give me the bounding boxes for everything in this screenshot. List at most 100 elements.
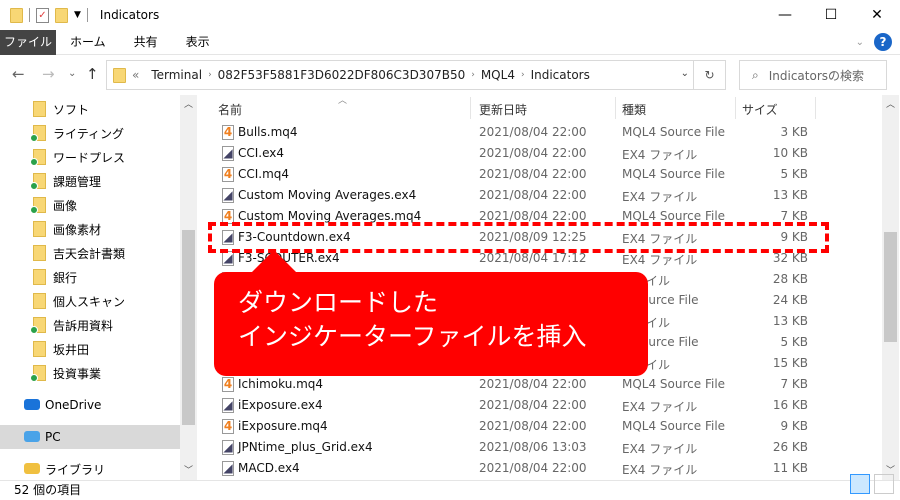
shared-folder-icon [33,221,46,237]
sidebar-item[interactable]: 画像素材 [0,217,180,241]
sidebar-item[interactable]: 銀行 [0,265,180,289]
minimize-button[interactable]: — [762,0,808,30]
breadcrumb-overflow[interactable]: « [132,68,139,82]
properties-icon[interactable]: ✓ [36,7,49,23]
sidebar-item[interactable]: 投資事業 [0,361,180,385]
chevron-right-icon[interactable]: › [521,70,525,80]
breadcrumb-terminal[interactable]: Terminal [151,68,202,82]
help-icon[interactable]: ? [874,33,892,51]
sidebar-item-library[interactable]: ライブラリ [0,457,180,480]
sidebar-scrollbar[interactable]: ︿ ﹀ [180,95,197,480]
details-view-button[interactable] [850,474,870,494]
sidebar-item[interactable]: 個人スキャン [0,289,180,313]
sidebar-item-label: ライブラリ [45,462,106,477]
maximize-button[interactable]: ☐ [808,0,854,30]
column-size[interactable]: サイズ [742,101,778,118]
callout-line-2: インジケーターファイルを挿入 [238,322,587,351]
new-folder-icon[interactable] [55,7,68,23]
tab-file[interactable]: ファイル [0,29,56,55]
navigation-pane: ソフト ライティングワードプレス課題管理 画像 画像素材 吉天会計書類 銀行 個人スキャン告… [0,95,180,480]
tab-share[interactable]: 共有 [120,30,172,55]
search-input[interactable]: ⌕ Indicatorsの検索 [739,60,887,90]
window-title: Indicators [99,8,160,22]
divider [29,8,30,22]
breadcrumb-mql4[interactable]: MQL4 [481,68,515,82]
column-type[interactable]: 種類 [622,101,646,118]
scroll-up-icon[interactable]: ︿ [180,97,197,110]
column-name[interactable]: 名前 [218,101,242,118]
file-name: Custom Moving Averages.ex4 [238,188,417,202]
sidebar-item[interactable]: ソフト [0,97,180,121]
file-row[interactable]: 4 iExposure.mq4 2021/08/04 22:00 MQL4 Sourc… [200,416,880,437]
sidebar-item[interactable]: 告訴用資料 [0,313,180,337]
column-divider[interactable] [615,97,616,119]
breadcrumb-id[interactable]: 082F53F5881F3D6022DF806C3D307B50 [218,68,466,82]
library-icon [24,463,40,474]
sidebar-item-label: ワードプレス [53,150,126,165]
back-button[interactable]: ← [12,65,25,83]
refresh-button[interactable]: ↻ [693,61,725,89]
sidebar-item-pc[interactable]: PC [0,425,180,449]
file-size: 11 KB [772,461,808,475]
sidebar-item[interactable]: ワードプレス [0,145,180,169]
sidebar-item[interactable]: 画像 [0,193,180,217]
breadcrumb-indicators[interactable]: Indicators [531,68,590,82]
file-date: 2021/08/04 22:00 [479,146,587,160]
mq4-file-icon: 4 [222,419,234,434]
file-size: 32 KB [772,251,808,265]
file-row[interactable]: 4 Bulls.mq4 2021/08/04 22:00 MQL4 Source Fi… [200,122,880,143]
file-list-scrollbar[interactable]: ︿ ﹀ [882,95,899,480]
file-type: MQL4 Source File [622,209,726,223]
mq4-file-icon: 4 [222,377,234,392]
file-row[interactable]: 4 Ichimoku.mq4 2021/08/04 22:00 MQL4 Source… [200,374,880,395]
tab-home[interactable]: ホーム [56,30,120,55]
column-divider[interactable] [470,97,471,119]
tab-view[interactable]: 表示 [172,30,224,55]
sidebar-item[interactable]: 吉天会計書類 [0,241,180,265]
sidebar-item[interactable]: 坂井田 [0,337,180,361]
column-date[interactable]: 更新日時 [479,101,527,118]
expand-ribbon-icon[interactable]: ⌄ [856,37,864,48]
callout-annotation: ダウンロードした インジケーターファイルを挿入 [214,272,648,376]
file-size: 7 KB [780,377,808,391]
file-size: 5 KB [780,335,808,349]
sync-check-icon [30,182,38,190]
sidebar-item-onedrive[interactable]: OneDrive [0,393,180,417]
file-list-scroll-thumb[interactable] [884,232,897,342]
file-name: JPNtime_plus_Grid.ex4 [238,440,373,454]
column-divider[interactable] [815,97,816,119]
file-row[interactable]: 4 CCI.mq4 2021/08/04 22:00 MQL4 Source File… [200,164,880,185]
close-button[interactable]: ✕ [854,0,900,30]
navigation-bar: ← → ⌄ ↑ « Terminal › 082F53F5881F3D6022D… [0,55,900,95]
ribbon-tabs: ファイル ホーム 共有 表示 ⌄ ? [0,29,900,55]
file-type: MQL4 Source File [622,125,726,139]
file-row[interactable]: ◢ MACD.ex4 2021/08/04 22:00 EX4 ファイル 11 KB [200,458,880,479]
file-row[interactable]: ◢ Custom Moving Averages.ex4 2021/08/04 22… [200,185,880,206]
file-row[interactable]: ◢ CCI.ex4 2021/08/04 22:00 EX4 ファイル 10 KB [200,143,880,164]
scroll-up-icon[interactable]: ︿ [882,97,899,110]
file-date: 2021/08/04 22:00 [479,125,587,139]
file-row[interactable]: ◢ iExposure.ex4 2021/08/04 22:00 EX4 ファイル 16… [200,395,880,416]
address-dropdown-icon[interactable]: ⌄ [681,68,689,79]
chevron-right-icon[interactable]: › [208,70,212,80]
recent-locations-button[interactable]: ⌄ [68,68,76,79]
large-icons-view-button[interactable] [874,474,894,494]
customize-dropdown-icon[interactable]: ▼ [74,10,81,20]
file-date: 2021/08/04 22:00 [479,188,587,202]
up-button[interactable]: ↑ [86,65,99,83]
ex4-file-icon: ◢ [222,461,234,476]
folder-icon [33,269,46,285]
sidebar-item[interactable]: ライティング [0,121,180,145]
status-bar: 52 個の項目 [0,480,900,500]
sidebar-item-label: 坂井田 [53,342,90,357]
file-row[interactable]: ◢ JPNtime_plus_Grid.ex4 2021/08/06 13:03 EX… [200,437,880,458]
file-type: MQL4 Source File [622,377,726,391]
file-size: 5 KB [780,167,808,181]
column-divider[interactable] [735,97,736,119]
sidebar-scroll-thumb[interactable] [182,230,195,425]
address-bar[interactable]: « Terminal › 082F53F5881F3D6022DF806C3D3… [106,60,726,90]
chevron-right-icon[interactable]: › [471,70,475,80]
scroll-down-icon[interactable]: ﹀ [180,463,197,476]
sidebar-item[interactable]: 課題管理 [0,169,180,193]
forward-button[interactable]: → [42,65,55,83]
